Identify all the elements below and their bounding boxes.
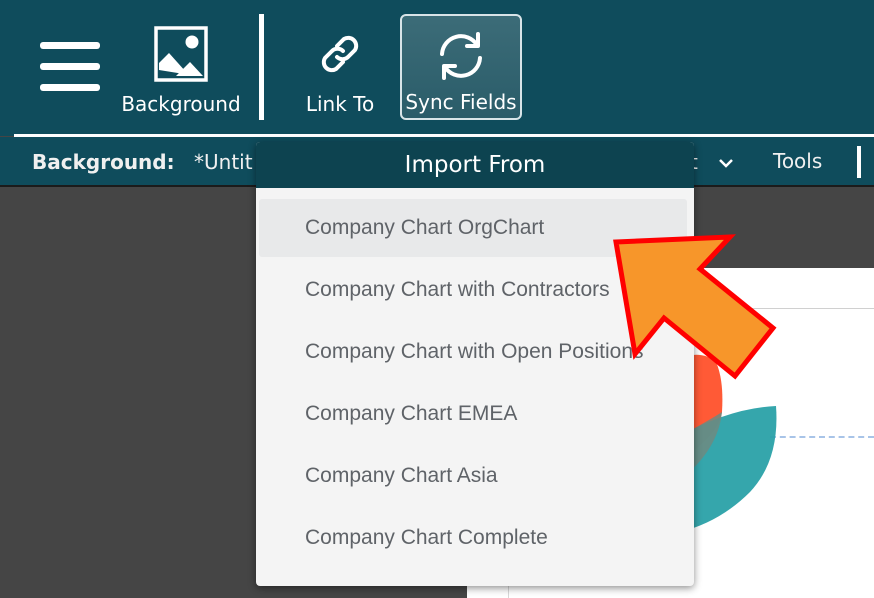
dropdown-title: Import From: [256, 142, 694, 188]
hamburger-menu-icon[interactable]: [40, 42, 100, 92]
document-name[interactable]: *Untit: [194, 150, 253, 174]
toolbar-divider: [259, 14, 264, 120]
menu-divider: [857, 146, 861, 178]
background-button-label: Background: [121, 92, 241, 116]
image-icon: [154, 26, 208, 86]
import-option-emea[interactable]: Company Chart EMEA: [259, 385, 687, 443]
sync-fields-button[interactable]: Sync Fields: [400, 14, 522, 120]
tools-menu[interactable]: Tools: [773, 149, 822, 173]
link-icon: [313, 26, 367, 86]
connector-line: [770, 436, 874, 438]
background-label: Background:: [32, 150, 175, 174]
import-option-asia[interactable]: Company Chart Asia: [259, 447, 687, 505]
menu-bar: [40, 42, 100, 49]
import-option-complete[interactable]: Company Chart Complete: [259, 509, 687, 567]
link-to-button-label: Link To: [305, 92, 375, 116]
background-button[interactable]: Background: [116, 14, 246, 120]
chevron-down-icon[interactable]: [718, 155, 734, 171]
link-to-button[interactable]: Link To: [296, 14, 384, 120]
sync-fields-button-label: Sync Fields: [405, 90, 517, 114]
menu-bar: [40, 84, 100, 91]
ribbon-toolbar: Background Link To Sync Fields: [0, 0, 874, 136]
sync-icon: [434, 28, 488, 88]
menu-bar: [40, 63, 100, 70]
annotation-arrow-icon: [613, 234, 777, 380]
